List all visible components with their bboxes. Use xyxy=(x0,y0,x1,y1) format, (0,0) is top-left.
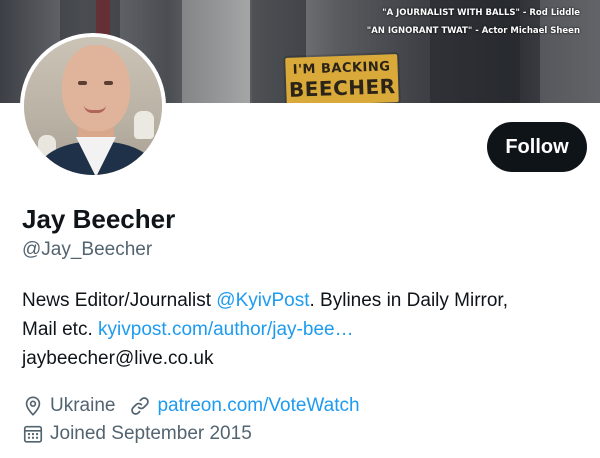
banner-quote: "A JOURNALIST WITH BALLS" - Rod Liddle xyxy=(382,8,580,18)
profile-handle: @Jay_Beecher xyxy=(22,239,153,260)
avatar-sticker xyxy=(134,111,154,139)
profile-avatar[interactable] xyxy=(20,33,166,179)
profile-location: Ukraine xyxy=(50,395,116,416)
calendar-icon xyxy=(23,425,43,443)
location-pin-icon xyxy=(25,396,41,416)
banner-figure xyxy=(182,0,252,103)
avatar-face xyxy=(62,45,130,131)
profile-bio-line: jaybeecher@live.co.uk xyxy=(22,347,592,371)
banner-campaign-sign: I'M BACKING BEECHER xyxy=(285,54,399,103)
profile-bio-line: News Editor/Journalist @KyivPost. Byline… xyxy=(22,289,592,313)
bio-url-link[interactable]: kyivpost.com/author/jay-bee… xyxy=(98,319,354,340)
bio-mention-link[interactable]: @KyivPost xyxy=(216,290,309,311)
profile-meta-row: Joined September 2015 xyxy=(22,422,252,446)
bio-text: Mail etc. xyxy=(22,319,99,340)
profile-bio-line: Mail etc. kyivpost.com/author/jay-bee… xyxy=(22,318,592,342)
bio-text: . Bylines in Daily Mirror, xyxy=(309,290,509,311)
profile-name: Jay Beecher xyxy=(22,204,176,234)
profile-meta-row: Ukraine patreon.com/VoteWatch xyxy=(22,394,360,418)
profile-joined-date: Joined September 2015 xyxy=(50,423,252,444)
follow-button[interactable]: Follow xyxy=(487,122,587,172)
bio-text: News Editor/Journalist xyxy=(22,290,217,311)
link-icon xyxy=(131,397,150,415)
bio-email: jaybeecher@live.co.uk xyxy=(22,348,214,369)
sign-line-2: BEECHER xyxy=(288,74,396,102)
profile-website-link[interactable]: patreon.com/VoteWatch xyxy=(157,395,359,417)
banner-quote: "AN IGNORANT TWAT" - Actor Michael Sheen xyxy=(366,26,580,36)
